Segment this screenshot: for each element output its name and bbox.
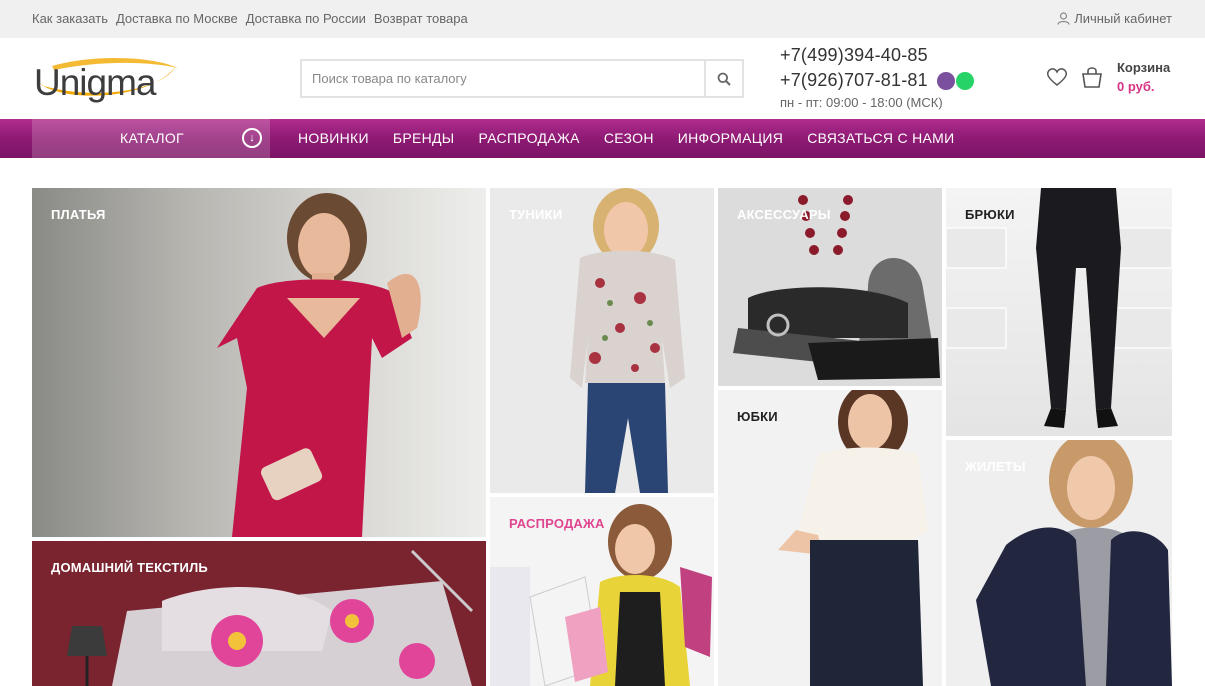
nav-item-contact[interactable]: СВЯЗАТЬСЯ С НАМИ: [807, 130, 954, 146]
category-label-dresses: ПЛАТЬЯ: [51, 207, 106, 222]
category-tile-skirts[interactable]: ЮБКИ: [718, 390, 942, 686]
logo-text: Unigma: [34, 62, 156, 103]
nav-item-sale[interactable]: РАСПРОДАЖА: [479, 130, 580, 146]
category-label-sale: РАСПРОДАЖА: [509, 516, 605, 531]
top-bar: Как заказать Доставка по Москве Доставка…: [0, 0, 1205, 38]
user-icon: [1057, 12, 1070, 25]
search-icon: [717, 72, 731, 86]
nav-links: НОВИНКИ БРЕНДЫ РАСПРОДАЖА СЕЗОН ИНФОРМАЦ…: [298, 130, 955, 146]
account-label: Личный кабинет: [1074, 11, 1172, 26]
cart-label: Корзина: [1117, 60, 1171, 75]
tunic-model-image: [570, 188, 685, 493]
search-box: [300, 59, 744, 98]
category-tile-dresses[interactable]: ПЛАТЬЯ: [32, 188, 486, 537]
search-button[interactable]: [704, 61, 742, 96]
vest-model-image: [976, 440, 1172, 686]
nav-item-season[interactable]: СЕЗОН: [604, 130, 654, 146]
category-label-skirts: ЮБКИ: [737, 409, 778, 424]
category-tile-vests[interactable]: ЖИЛЕТЫ: [946, 440, 1172, 686]
category-label-vests: ЖИЛЕТЫ: [965, 459, 1026, 474]
category-tile-trousers[interactable]: БРЮКИ: [946, 188, 1172, 436]
link-returns[interactable]: Возврат товара: [374, 11, 468, 26]
whatsapp-icon[interactable]: [956, 72, 975, 91]
heart-icon[interactable]: [1046, 67, 1068, 87]
trousers-image: [946, 188, 1172, 428]
category-label-trousers: БРЮКИ: [965, 207, 1015, 222]
header: Unigma +7(499)394-40-85 +7(926)707-81-81…: [0, 38, 1205, 119]
nav-item-info[interactable]: ИНФОРМАЦИЯ: [678, 130, 783, 146]
link-how-to-order[interactable]: Как заказать: [32, 11, 108, 26]
catalog-button[interactable]: КАТАЛОГ ↓: [32, 119, 270, 158]
nav-item-new[interactable]: НОВИНКИ: [298, 130, 369, 146]
main-nav: КАТАЛОГ ↓ НОВИНКИ БРЕНДЫ РАСПРОДАЖА СЕЗО…: [0, 119, 1205, 158]
phone-1[interactable]: +7(499)394-40-85: [780, 43, 974, 68]
cart-icon[interactable]: [1080, 65, 1104, 89]
category-tile-tunics[interactable]: ТУНИКИ: [490, 188, 714, 493]
category-tile-sale[interactable]: РАСПРОДАЖА: [490, 497, 714, 686]
category-label-tunics: ТУНИКИ: [509, 207, 563, 222]
phone-2[interactable]: +7(926)707-81-81: [780, 70, 928, 90]
search-input[interactable]: [302, 61, 706, 96]
category-tile-accessories[interactable]: АКСЕССУАРЫ: [718, 188, 942, 386]
arrow-down-icon: ↓: [242, 128, 262, 148]
link-delivery-russia[interactable]: Доставка по России: [246, 11, 366, 26]
link-delivery-moscow[interactable]: Доставка по Москве: [116, 11, 238, 26]
catalog-label: КАТАЛОГ: [120, 130, 184, 146]
contact-block: +7(499)394-40-85 +7(926)707-81-81 пн - п…: [780, 43, 975, 110]
skirt-model-image: [778, 390, 928, 686]
nav-item-brands[interactable]: БРЕНДЫ: [393, 130, 455, 146]
cart-summary[interactable]: Корзина 0 руб.: [1117, 60, 1170, 94]
category-label-home-textile: ДОМАШНИЙ ТЕКСТИЛЬ: [51, 560, 208, 575]
cart-sum: 0 руб.: [1117, 79, 1155, 94]
top-links: Как заказать Доставка по Москве Доставка…: [32, 11, 468, 26]
category-tile-home-textile[interactable]: ДОМАШНИЙ ТЕКСТИЛЬ: [32, 541, 486, 686]
dress-model-image: [217, 193, 421, 537]
account-link[interactable]: Личный кабинет: [1057, 11, 1172, 26]
category-label-accessories: АКСЕССУАРЫ: [737, 207, 831, 222]
logo[interactable]: Unigma: [32, 52, 182, 106]
viber-icon[interactable]: [937, 72, 956, 91]
phone-2-row: +7(926)707-81-81: [780, 68, 975, 93]
work-hours: пн - пт: 09:00 - 18:00 (МСК): [780, 95, 943, 110]
